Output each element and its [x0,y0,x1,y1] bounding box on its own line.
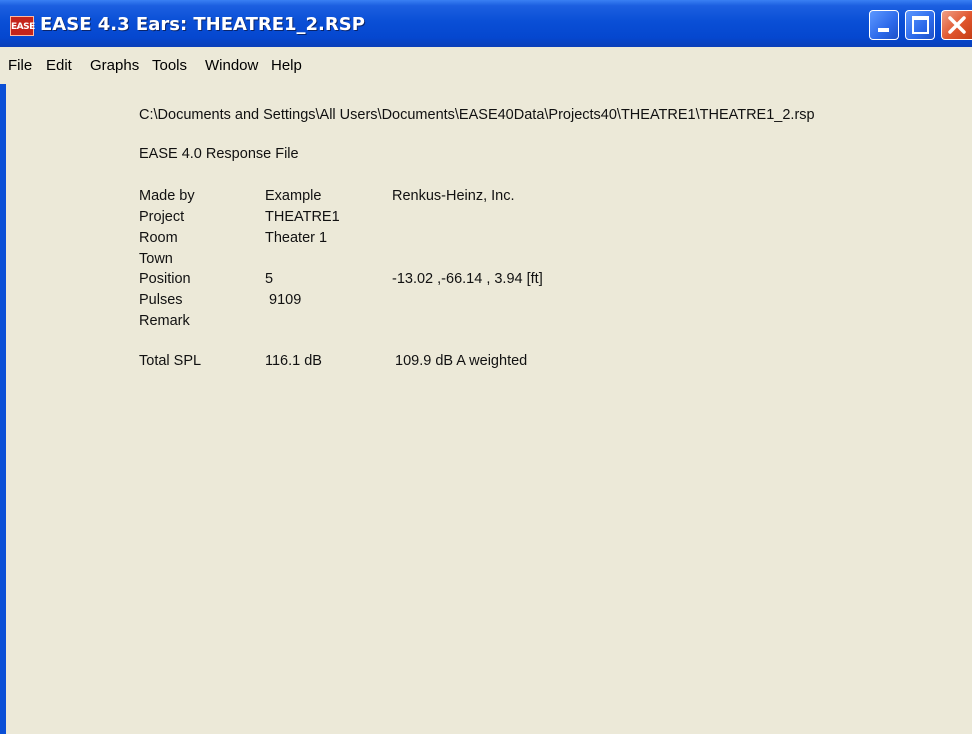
application-window: EASE EASE 4.3 Ears: THEATRE1_2.RSP File … [0,0,972,734]
maximize-button[interactable] [905,10,935,40]
position-value: 5 [265,271,274,287]
made-by-label: Made by [139,188,195,204]
file-type-label: EASE 4.0 Response File [139,146,299,162]
room-label: Room [139,230,178,246]
close-icon [948,16,966,34]
project-label: Project [139,209,185,225]
remark-label: Remark [139,313,190,329]
ease-app-icon[interactable]: EASE [10,16,35,36]
menu-edit[interactable]: Edit [46,57,72,75]
pulses-label: Pulses [139,292,183,308]
menu-help[interactable]: Help [271,57,302,75]
position-coordinates: -13.02 ,-66.14 , 3.94 [ft] [392,271,543,287]
total-spl-label: Total SPL [139,353,202,369]
total-spl-weighted: 109.9 dB A weighted [395,353,528,369]
project-value: THEATRE1 [265,209,340,225]
made-by-company: Renkus-Heinz, Inc. [392,188,515,204]
menu-graphs[interactable]: Graphs [90,57,139,75]
pulses-value: 9109 [265,292,302,308]
title-bar[interactable]: EASE EASE 4.3 Ears: THEATRE1_2.RSP [0,0,972,47]
menu-tools[interactable]: Tools [152,57,187,75]
maximize-icon [912,16,929,34]
menu-file[interactable]: File [8,57,32,75]
total-spl-value: 116.1 dB [265,353,322,369]
made-by-value: Example [265,188,322,204]
minimize-icon [878,28,889,32]
menu-window[interactable]: Window [205,57,258,75]
file-path: C:\Documents and Settings\All Users\Docu… [139,107,815,123]
close-button[interactable] [941,10,972,40]
response-file-info: C:\Documents and Settings\All Users\Docu… [0,84,972,734]
room-value: Theater 1 [265,230,328,246]
window-title: EASE 4.3 Ears: THEATRE1_2.RSP [40,14,365,35]
town-label: Town [139,251,173,267]
menu-bar: File Edit Graphs Tools Window Help [0,51,972,81]
minimize-button[interactable] [869,10,899,40]
position-label: Position [139,271,191,287]
